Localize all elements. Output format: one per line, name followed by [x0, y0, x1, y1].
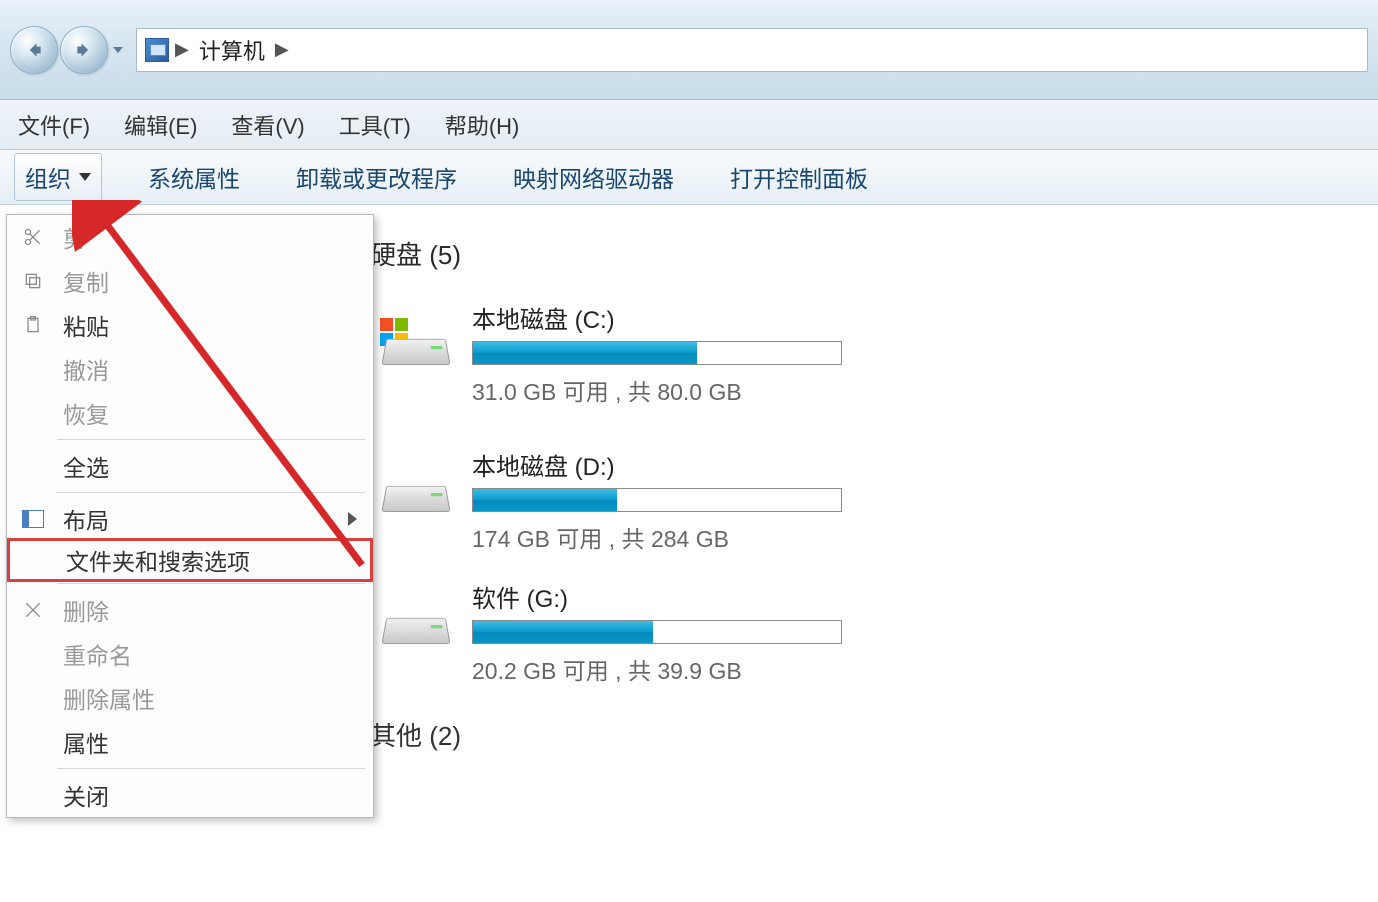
menu-item-label: 删除: [63, 593, 109, 627]
drive-info: 本地磁盘 (C:) 31.0 GB 可用 , 共 80.0 GB: [472, 300, 860, 407]
toolbar-organize-button[interactable]: 组织: [14, 153, 102, 201]
drive-free-text: 31.0 GB 可用 , 共 80.0 GB: [472, 373, 860, 407]
section-other-header: 其他 (2): [370, 716, 1358, 753]
back-button[interactable]: [10, 26, 58, 74]
usage-bar: [472, 488, 842, 512]
toolbar-uninstall-change[interactable]: 卸载或更改程序: [286, 154, 467, 200]
menu-item-label: 属性: [63, 725, 109, 759]
menu-edit[interactable]: 编辑(E): [118, 105, 203, 145]
menu-item-folder-search-options[interactable]: 文件夹和搜索选项: [7, 538, 373, 582]
menu-separator: [57, 439, 365, 440]
menu-item-label: 文件夹和搜索选项: [66, 543, 250, 577]
clipboard-icon: [21, 313, 45, 337]
toolbar-system-properties[interactable]: 系统属性: [138, 154, 250, 200]
menu-item-label: 恢复: [63, 396, 109, 430]
drives-row-2: 软件 (G:) 20.2 GB 可用 , 共 39.9 GB: [380, 579, 1358, 686]
menu-item-undo[interactable]: 撤消: [7, 347, 373, 391]
drive-d[interactable]: 本地磁盘 (D:) 174 GB 可用 , 共 284 GB: [380, 447, 860, 554]
menu-bar: 文件(F) 编辑(E) 查看(V) 工具(T) 帮助(H): [0, 100, 1378, 150]
breadcrumb[interactable]: ▶ 计算机 ▶: [136, 28, 1368, 72]
menu-item-redo[interactable]: 恢复: [7, 391, 373, 435]
drive-name: 本地磁盘 (D:): [472, 447, 860, 482]
computer-icon: [145, 38, 169, 62]
drives-row-1: 本地磁盘 (C:) 31.0 GB 可用 , 共 80.0 GB 本地磁盘 (D…: [380, 300, 1358, 554]
menu-item-label: 全选: [63, 449, 109, 483]
menu-file[interactable]: 文件(F): [12, 105, 96, 145]
drive-name: 软件 (G:): [472, 579, 860, 614]
usage-fill: [473, 489, 617, 511]
usage-bar: [472, 341, 842, 365]
drive-free-text: 174 GB 可用 , 共 284 GB: [472, 520, 860, 554]
menu-item-layout[interactable]: 布局: [7, 497, 373, 541]
arrow-right-icon: [74, 40, 94, 60]
drive-c[interactable]: 本地磁盘 (C:) 31.0 GB 可用 , 共 80.0 GB: [380, 300, 860, 407]
drive-free-text: 20.2 GB 可用 , 共 39.9 GB: [472, 652, 860, 686]
drive-g[interactable]: 软件 (G:) 20.2 GB 可用 , 共 39.9 GB: [380, 579, 860, 686]
forward-button[interactable]: [60, 26, 108, 74]
menu-item-label: 复制: [63, 264, 109, 298]
chevron-down-icon: [79, 173, 91, 181]
menu-view[interactable]: 查看(V): [225, 105, 310, 145]
toolbar-open-control-panel[interactable]: 打开控制面板: [720, 154, 878, 200]
menu-item-remove-properties[interactable]: 删除属性: [7, 676, 373, 720]
menu-item-close[interactable]: 关闭: [7, 773, 373, 817]
section-hdd-header: 硬盘 (5): [370, 235, 1358, 272]
drive-name: 本地磁盘 (C:): [472, 300, 860, 335]
menu-separator: [57, 492, 365, 493]
breadcrumb-location[interactable]: 计算机: [199, 34, 265, 66]
usage-fill: [473, 342, 697, 364]
menu-item-label: 重命名: [63, 637, 132, 671]
hard-drive-icon: [380, 465, 458, 521]
toolbar: 组织 系统属性 卸载或更改程序 映射网络驱动器 打开控制面板: [0, 150, 1378, 205]
hard-drive-icon: [380, 597, 458, 653]
delete-icon: [21, 598, 45, 622]
menu-item-delete[interactable]: 删除: [7, 588, 373, 632]
menu-item-label: 关闭: [63, 778, 109, 812]
copy-icon: [21, 269, 45, 293]
menu-item-label: 布局: [63, 502, 109, 536]
nav-history-dropdown[interactable]: [110, 31, 126, 69]
menu-help[interactable]: 帮助(H): [439, 105, 526, 145]
menu-item-copy[interactable]: 复制: [7, 259, 373, 303]
menu-tools[interactable]: 工具(T): [333, 105, 417, 145]
toolbar-organize-label: 组织: [25, 160, 71, 194]
toolbar-map-network-drive[interactable]: 映射网络驱动器: [503, 154, 684, 200]
usage-fill: [473, 621, 653, 643]
drive-info: 本地磁盘 (D:) 174 GB 可用 , 共 284 GB: [472, 447, 860, 554]
menu-item-paste[interactable]: 粘贴: [7, 303, 373, 347]
menu-item-label: 粘贴: [63, 308, 109, 342]
menu-separator: [57, 583, 365, 584]
usage-bar: [472, 620, 842, 644]
submenu-arrow-icon: [348, 512, 357, 526]
arrow-left-icon: [24, 40, 44, 60]
drive-info: 软件 (G:) 20.2 GB 可用 , 共 39.9 GB: [472, 579, 860, 686]
menu-item-properties[interactable]: 属性: [7, 720, 373, 764]
organize-context-menu: 剪 复制 粘贴 撤消 恢复 全选 布局 文件夹和搜索选项 删除 重命名: [6, 214, 374, 818]
menu-item-label: 删除属性: [63, 681, 155, 715]
breadcrumb-separator-icon: ▶: [175, 39, 189, 60]
menu-item-label: 撤消: [63, 352, 109, 386]
chevron-down-icon: [113, 45, 123, 55]
nav-area: ▶ 计算机 ▶: [0, 0, 1378, 100]
nav-buttons: [10, 26, 126, 74]
hard-drive-icon: [380, 318, 458, 374]
menu-separator: [57, 768, 365, 769]
breadcrumb-separator-icon: ▶: [275, 39, 289, 60]
menu-item-rename[interactable]: 重命名: [7, 632, 373, 676]
layout-icon: [21, 507, 45, 531]
menu-item-select-all[interactable]: 全选: [7, 444, 373, 488]
menu-item-cut[interactable]: 剪: [7, 215, 373, 259]
menu-item-label: 剪: [63, 220, 86, 254]
scissors-icon: [21, 225, 45, 249]
